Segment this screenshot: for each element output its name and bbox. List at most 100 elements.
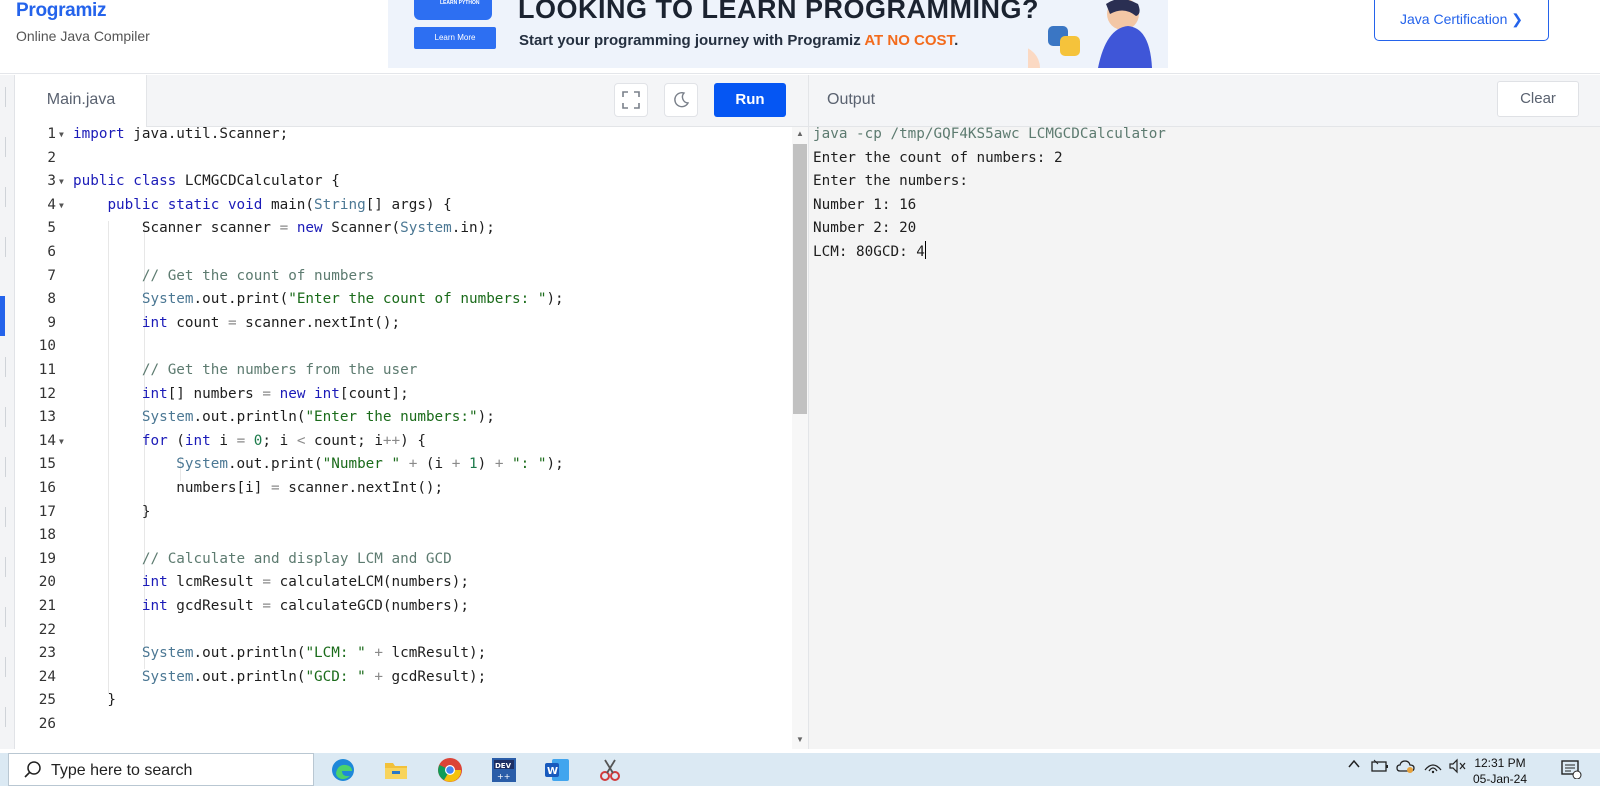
line-number: 10: [38, 338, 56, 355]
code-line[interactable]: 2: [16, 147, 792, 171]
fold-arrow-icon[interactable]: ▼: [59, 430, 64, 454]
dark-mode-button[interactable]: [664, 83, 698, 117]
folder-icon: [385, 763, 407, 779]
notification-icon[interactable]: [1560, 759, 1582, 782]
sidebar-language-item[interactable]: [0, 507, 6, 527]
ad-banner[interactable]: LEARN PYTHON Learn More LOOKING TO LEARN…: [388, 0, 1168, 68]
code-line[interactable]: 13 System.out.println("Enter the numbers…: [16, 406, 792, 430]
edge-icon[interactable]: [328, 755, 358, 785]
svg-text:DEV: DEV: [495, 762, 512, 770]
code-line[interactable]: 6: [16, 241, 792, 265]
programiz-logo[interactable]: Programiz: [16, 0, 107, 22]
banner-subline-start: Start your programming journey with Prog…: [519, 32, 865, 49]
file-explorer-icon[interactable]: [381, 755, 411, 785]
run-button[interactable]: Run: [714, 83, 786, 117]
code-line[interactable]: 22: [16, 619, 792, 643]
code-line[interactable]: 4 ▼ public static void main(String[] args…: [16, 194, 792, 218]
code-line[interactable]: 8 System.out.print("Enter the count of n…: [16, 288, 792, 312]
code-line[interactable]: 10: [16, 335, 792, 359]
fullscreen-button[interactable]: [614, 83, 648, 117]
sidebar-active-indicator[interactable]: [0, 296, 5, 336]
system-clock[interactable]: 12:31 PM 05-Jan-24: [1460, 755, 1540, 786]
tab-main-java[interactable]: Main.java: [16, 75, 147, 127]
sidebar-language-item[interactable]: [0, 457, 6, 477]
code-line[interactable]: 21 int gcdResult = calculateGCD(numbers)…: [16, 595, 792, 619]
banner-learn-more-button[interactable]: Learn More: [414, 27, 496, 49]
code-line[interactable]: 12 int[] numbers = new int[count];: [16, 383, 792, 407]
sidebar-language-item[interactable]: [0, 137, 6, 157]
code-line[interactable]: 19 // Calculate and display LCM and GCD: [16, 548, 792, 572]
line-number: 3: [47, 173, 56, 190]
code-line[interactable]: 16 numbers[i] = scanner.nextInt();: [16, 477, 792, 501]
code-line[interactable]: 9 int count = scanner.nextInt();: [16, 312, 792, 336]
line-number: 19: [38, 550, 56, 567]
svg-text:++: ++: [497, 772, 510, 781]
line-number: 17: [38, 503, 56, 520]
cloud-icon[interactable]: [1396, 758, 1416, 777]
code-line[interactable]: 15 System.out.print("Number " + (i + 1) …: [16, 453, 792, 477]
editor-toolbar: Main.java Run: [16, 75, 808, 127]
line-number: 20: [38, 574, 56, 591]
code-line[interactable]: 1 ▼ import java.util.Scanner;: [16, 123, 792, 147]
code-line[interactable]: 11 // Get the numbers from the user: [16, 359, 792, 383]
code-line[interactable]: 20 int lcmResult = calculateLCM(numbers)…: [16, 571, 792, 595]
taskbar-search-input[interactable]: Type here to search: [8, 753, 314, 786]
snipping-tool-icon[interactable]: [595, 755, 625, 785]
code-line[interactable]: 7 // Get the count of numbers: [16, 265, 792, 289]
sidebar-language-item[interactable]: [0, 237, 6, 257]
line-number: 26: [38, 716, 56, 732]
code-line[interactable]: 25 }: [16, 689, 792, 713]
fold-arrow-icon[interactable]: ▼: [59, 194, 64, 218]
code-line[interactable]: 23 System.out.println("LCM: " + lcmResul…: [16, 642, 792, 666]
search-placeholder: Type here to search: [51, 762, 193, 779]
sidebar-language-item[interactable]: [0, 407, 6, 427]
scroll-up-icon[interactable]: ▲: [796, 129, 804, 138]
line-number: 23: [38, 645, 56, 662]
java-certification-button[interactable]: Java Certification ❯: [1374, 0, 1549, 41]
editor-scrollbar[interactable]: ▲ ▼: [792, 127, 808, 749]
code-line[interactable]: 3 ▼ public class LCMGCDCalculator {: [16, 170, 792, 194]
output-toolbar: Output Clear: [808, 75, 1600, 127]
sidebar-language-item[interactable]: [0, 607, 6, 627]
banner-badge-text: LEARN PYTHON: [440, 0, 480, 6]
sidebar-language-item[interactable]: [0, 557, 6, 577]
output-console[interactable]: java -cp /tmp/GQF4KS5awc LCMGCDCalculato…: [808, 126, 1600, 749]
output-title: Output: [827, 91, 876, 108]
word-icon[interactable]: W: [542, 755, 572, 785]
code-line[interactable]: 26: [16, 713, 792, 737]
fold-arrow-icon[interactable]: ▼: [59, 170, 64, 194]
code-line[interactable]: 18: [16, 524, 792, 548]
code-line[interactable]: 5 Scanner scanner = new Scanner(System.i…: [16, 217, 792, 241]
fold-arrow-icon[interactable]: ▼: [59, 123, 64, 147]
sidebar-language-item[interactable]: [0, 87, 6, 107]
fullscreen-icon: [622, 91, 640, 109]
line-number: 1: [47, 126, 56, 142]
banner-headline: LOOKING TO LEARN PROGRAMMING?: [518, 0, 1039, 24]
battery-icon[interactable]: [1370, 758, 1390, 777]
sidebar-language-item[interactable]: [0, 357, 6, 377]
code-line[interactable]: 24 System.out.println("GCD: " + gcdResul…: [16, 666, 792, 690]
chevron-up-icon[interactable]: [1347, 757, 1361, 774]
line-number: 2: [47, 149, 56, 166]
line-number: 18: [38, 527, 56, 544]
banner-subline-accent: AT NO COST: [864, 32, 955, 49]
code-line[interactable]: 17 }: [16, 501, 792, 525]
code-editor[interactable]: 1 ▼ import java.util.Scanner; 2 3 ▼ public c…: [16, 126, 792, 749]
dev-cpp-icon[interactable]: DEV ++: [489, 755, 519, 785]
chrome-icon[interactable]: [435, 755, 465, 785]
wifi-icon[interactable]: [1424, 758, 1442, 777]
banner-subline: Start your programming journey with Prog…: [519, 32, 958, 49]
line-number: 4: [47, 196, 56, 213]
sidebar-language-item[interactable]: [0, 657, 6, 677]
sidebar-language-item[interactable]: [0, 187, 6, 207]
scrollbar-thumb[interactable]: [793, 144, 807, 414]
scroll-down-icon[interactable]: ▼: [796, 735, 804, 744]
moon-icon: [674, 91, 690, 108]
code-line[interactable]: 14 ▼ for (int i = 0; i < count; i++) {: [16, 430, 792, 454]
clear-button[interactable]: Clear: [1497, 81, 1579, 117]
sidebar-language-item[interactable]: [0, 707, 6, 727]
page-subtitle: Online Java Compiler: [16, 28, 150, 44]
line-number: 24: [38, 668, 56, 685]
output-line: Number 2: 20: [813, 220, 917, 237]
line-number: 16: [38, 480, 56, 496]
